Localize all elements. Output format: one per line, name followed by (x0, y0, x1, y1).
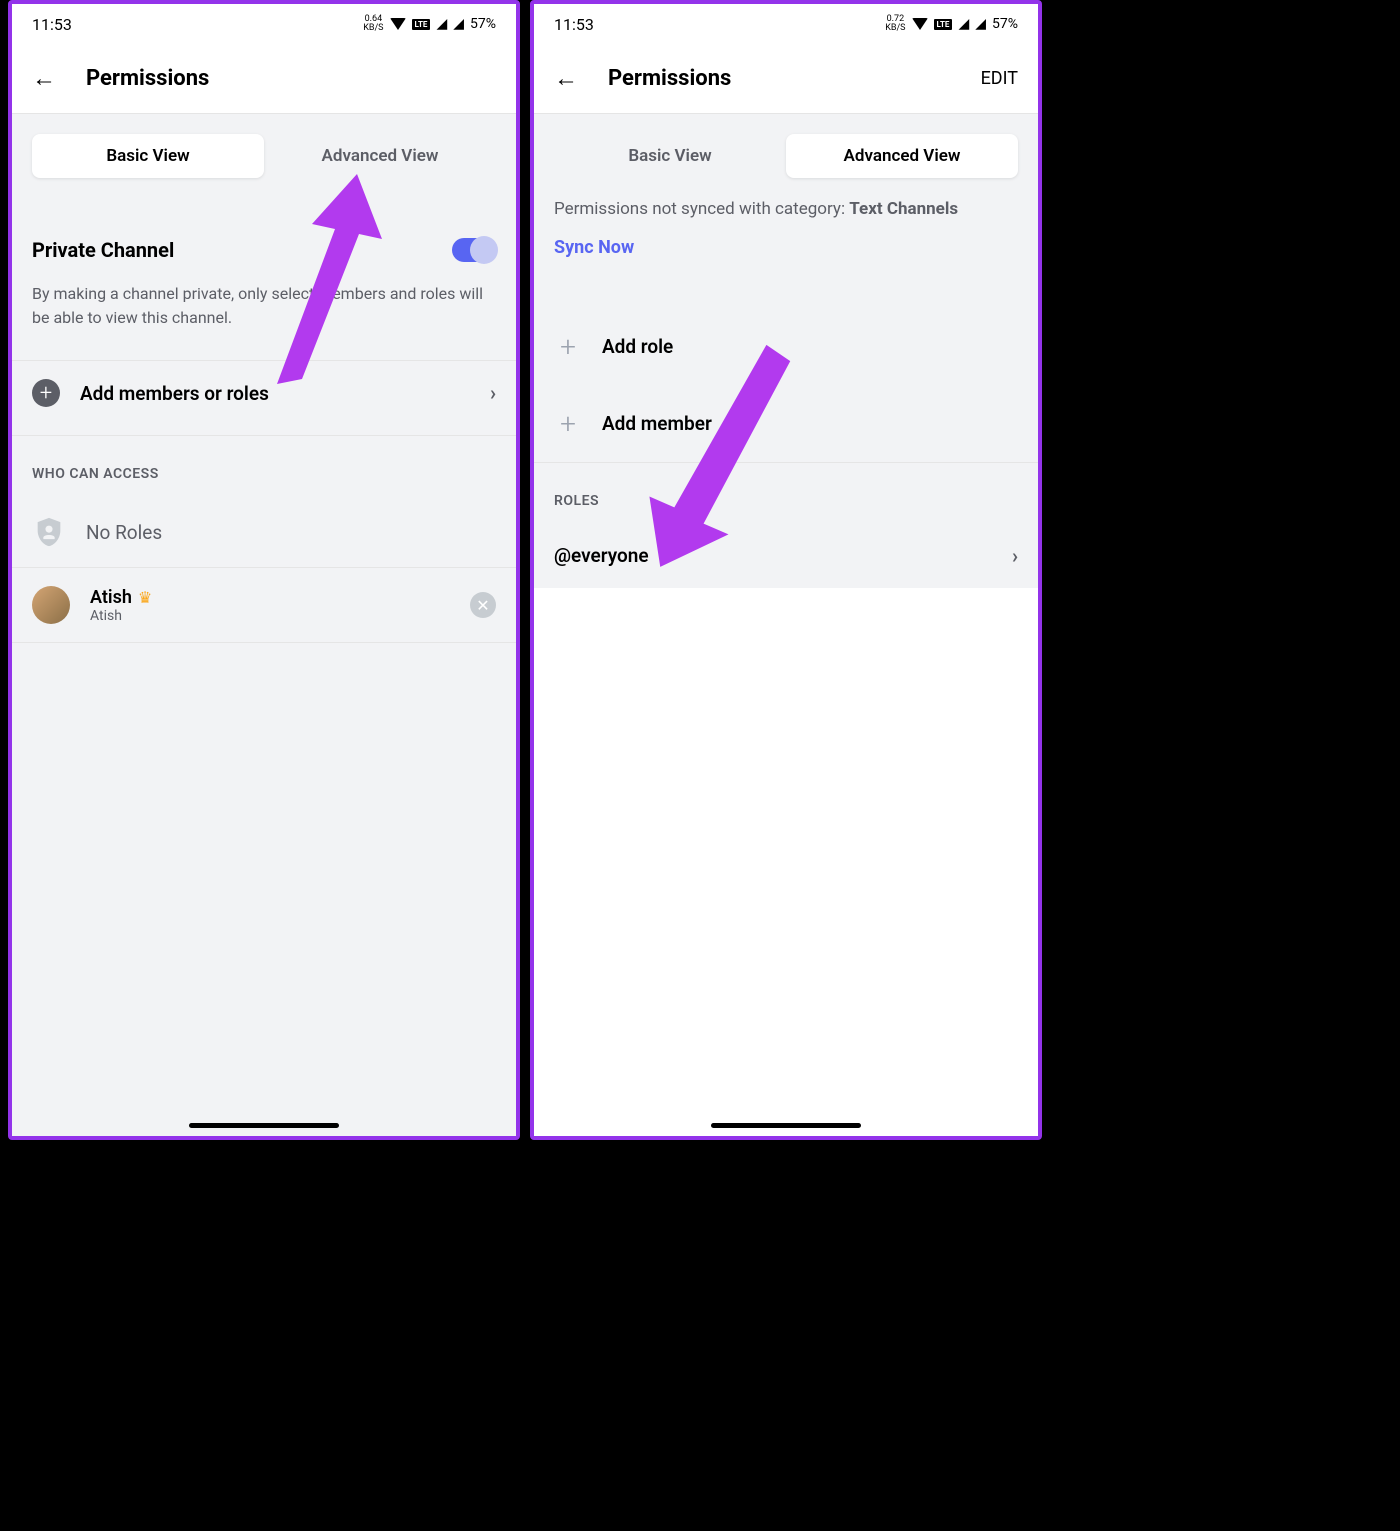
add-members-roles-button[interactable]: + Add members or roles › (12, 360, 516, 425)
private-channel-row: Private Channel (32, 198, 496, 272)
signal-icon-1: ◢ (958, 16, 969, 32)
signal-icon-2: ◢ (975, 16, 986, 32)
member-name: Atish (90, 587, 132, 608)
member-subtitle: Atish (90, 608, 450, 624)
page-title: Permissions (86, 66, 496, 91)
back-arrow-icon[interactable]: ← (554, 64, 578, 93)
private-channel-description: By making a channel private, only select… (32, 272, 496, 360)
add-member-button[interactable]: + Add member (534, 385, 1038, 462)
roles-section: ROLES @everyone › (534, 462, 1038, 588)
lte-icon: LTE (934, 19, 953, 30)
no-roles-label: No Roles (86, 521, 162, 544)
remove-member-button[interactable]: ✕ (470, 592, 496, 618)
everyone-role-row[interactable]: @everyone › (534, 524, 1038, 588)
chevron-right-icon: › (1012, 544, 1018, 568)
sync-now-button[interactable]: Sync Now (554, 222, 1018, 258)
signal-icon-2: ◢ (453, 16, 464, 32)
app-header: ← Permissions EDIT (534, 44, 1038, 114)
crown-icon: ♛ (138, 588, 152, 607)
battery-percent: 57% (470, 16, 496, 32)
status-indicators: 0.64 KB/S LTE ◢ ◢ 57% (363, 15, 496, 33)
status-indicators: 0.72 KB/S LTE ◢ ◢ 57% (885, 15, 1018, 33)
status-time: 11:53 (32, 15, 72, 34)
view-tabs: Basic View Advanced View (12, 114, 516, 198)
network-speed: 0.72 KB/S (885, 15, 905, 33)
sync-section: Permissions not synced with category: Te… (534, 198, 1038, 278)
page-title: Permissions (608, 66, 951, 91)
add-role-label: Add role (602, 335, 1018, 358)
member-info: Atish ♛ Atish (90, 587, 450, 624)
lte-icon: LTE (412, 19, 431, 30)
tab-advanced-view[interactable]: Advanced View (264, 134, 496, 178)
view-tabs: Basic View Advanced View (534, 114, 1038, 198)
back-arrow-icon[interactable]: ← (32, 64, 56, 93)
roles-header: ROLES (534, 463, 1038, 524)
add-members-label: Add members or roles (80, 382, 470, 405)
who-can-access-header: WHO CAN ACCESS (12, 436, 516, 497)
home-indicator[interactable] (189, 1123, 339, 1128)
private-channel-title: Private Channel (32, 238, 174, 262)
tab-basic-view[interactable]: Basic View (554, 134, 786, 178)
home-indicator[interactable] (711, 1123, 861, 1128)
tab-advanced-view[interactable]: Advanced View (786, 134, 1018, 178)
edit-button[interactable]: EDIT (981, 68, 1018, 89)
app-header: ← Permissions (12, 44, 516, 114)
plus-icon: + (554, 407, 582, 440)
everyone-label: @everyone (554, 544, 649, 567)
wifi-icon (912, 18, 928, 30)
sync-text: Permissions not synced with category: Te… (554, 199, 958, 219)
status-time: 11:53 (554, 15, 594, 34)
empty-area (534, 588, 1038, 1136)
plus-circle-icon: + (32, 379, 60, 407)
content-area: Basic View Advanced View Permissions not… (534, 114, 1038, 1136)
battery-percent: 57% (992, 16, 1018, 32)
chevron-right-icon: › (490, 381, 496, 405)
status-bar: 11:53 0.72 KB/S LTE ◢ ◢ 57% (534, 4, 1038, 44)
member-row[interactable]: Atish ♛ Atish ✕ (12, 567, 516, 642)
phone-screen-right: 11:53 0.72 KB/S LTE ◢ ◢ 57% ← Permission… (530, 0, 1042, 1140)
wifi-icon (390, 18, 406, 30)
signal-icon-1: ◢ (436, 16, 447, 32)
no-roles-row: No Roles (12, 497, 516, 567)
add-member-label: Add member (602, 412, 1018, 435)
content-area: Basic View Advanced View Private Channel… (12, 114, 516, 1136)
plus-icon: + (554, 330, 582, 363)
private-channel-toggle[interactable] (452, 238, 496, 262)
avatar-icon (32, 586, 70, 624)
phone-screen-left: 11:53 0.64 KB/S LTE ◢ ◢ 57% ← Permission… (8, 0, 520, 1140)
tab-basic-view[interactable]: Basic View (32, 134, 264, 178)
add-role-button[interactable]: + Add role (534, 308, 1038, 385)
network-speed: 0.64 KB/S (363, 15, 383, 33)
shield-icon (32, 515, 66, 549)
status-bar: 11:53 0.64 KB/S LTE ◢ ◢ 57% (12, 4, 516, 44)
